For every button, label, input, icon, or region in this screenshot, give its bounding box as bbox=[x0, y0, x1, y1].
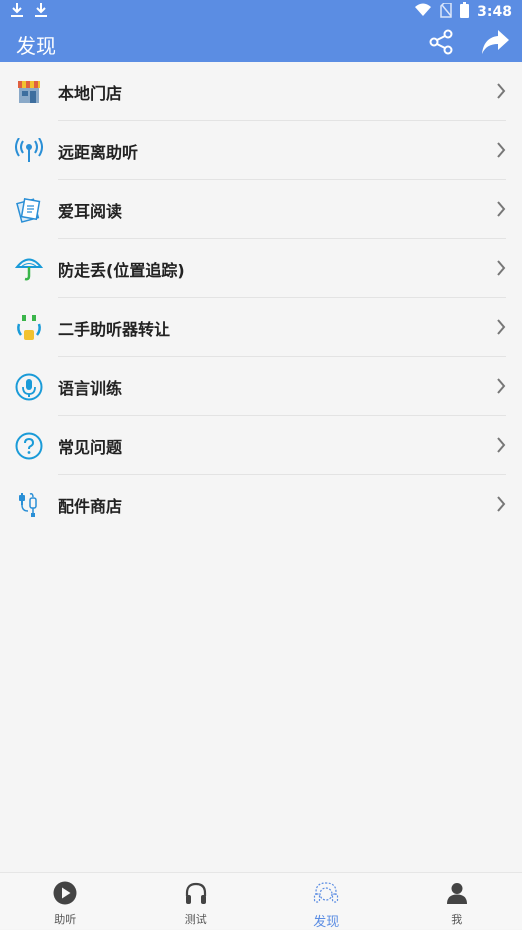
tab-test[interactable]: 测试 bbox=[131, 873, 262, 929]
person-icon bbox=[445, 881, 469, 909]
transfer-icon bbox=[14, 313, 44, 343]
chevron-right-icon bbox=[496, 201, 506, 221]
wifi-icon bbox=[414, 3, 432, 21]
app-bar: 发现 bbox=[0, 24, 522, 62]
discover-icon bbox=[313, 881, 339, 909]
accessories-icon bbox=[14, 490, 44, 520]
chevron-right-icon bbox=[496, 142, 506, 162]
tab-label: 测试 bbox=[185, 911, 207, 927]
list-item-label: 常见问题 bbox=[58, 434, 122, 458]
list-item-anti-lost[interactable]: 防走丢(位置追踪) bbox=[0, 239, 522, 298]
list-item-label: 本地门店 bbox=[58, 80, 122, 104]
no-sim-icon bbox=[440, 3, 452, 22]
chevron-right-icon bbox=[496, 378, 506, 398]
broadcast-icon bbox=[14, 136, 44, 166]
tab-discover[interactable]: 发现 bbox=[261, 873, 392, 929]
share-icon[interactable] bbox=[428, 28, 456, 60]
chevron-right-icon bbox=[496, 437, 506, 457]
microphone-icon bbox=[14, 372, 44, 402]
status-bar: 3:48 bbox=[0, 0, 522, 24]
question-icon bbox=[14, 431, 44, 461]
chevron-right-icon bbox=[496, 319, 506, 339]
forward-icon[interactable] bbox=[480, 28, 510, 60]
chevron-right-icon bbox=[496, 260, 506, 280]
list-item-ear-reading[interactable]: 爱耳阅读 bbox=[0, 180, 522, 239]
list-item-label: 远距离助听 bbox=[58, 139, 138, 163]
list-item-language-training[interactable]: 语言训练 bbox=[0, 357, 522, 416]
discover-list: 本地门店 远距离助听 爱耳阅读 防走丢(位置追踪) bbox=[0, 62, 522, 534]
list-item-label: 爱耳阅读 bbox=[58, 198, 122, 222]
store-icon bbox=[14, 77, 44, 107]
chevron-right-icon bbox=[496, 83, 506, 103]
list-item-label: 二手助听器转让 bbox=[58, 316, 170, 340]
battery-icon bbox=[460, 2, 469, 22]
list-item-local-store[interactable]: 本地门店 bbox=[0, 62, 522, 121]
list-item-label: 语言训练 bbox=[58, 375, 122, 399]
headphones-icon bbox=[184, 881, 208, 909]
tab-hearing[interactable]: 助听 bbox=[0, 873, 131, 929]
list-item-label: 配件商店 bbox=[58, 493, 122, 517]
list-item-remote-hearing[interactable]: 远距离助听 bbox=[0, 121, 522, 180]
chevron-right-icon bbox=[496, 496, 506, 516]
list-item-label: 防走丢(位置追踪) bbox=[58, 257, 185, 281]
download-icon bbox=[34, 2, 48, 22]
tab-label: 我 bbox=[451, 911, 462, 927]
list-item-accessories-store[interactable]: 配件商店 bbox=[0, 475, 522, 534]
tab-label: 助听 bbox=[54, 911, 76, 927]
status-time: 3:48 bbox=[477, 4, 512, 20]
download-icon bbox=[10, 2, 24, 22]
list-item-faq[interactable]: 常见问题 bbox=[0, 416, 522, 475]
tab-label: 发现 bbox=[313, 911, 339, 930]
bottom-tab-bar: 助听 测试 发现 我 bbox=[0, 872, 522, 929]
tab-me[interactable]: 我 bbox=[392, 873, 522, 929]
umbrella-tracking-icon bbox=[14, 254, 44, 284]
reading-icon bbox=[14, 195, 44, 225]
play-icon bbox=[53, 881, 77, 909]
page-title: 发现 bbox=[16, 30, 56, 59]
list-item-secondhand-transfer[interactable]: 二手助听器转让 bbox=[0, 298, 522, 357]
